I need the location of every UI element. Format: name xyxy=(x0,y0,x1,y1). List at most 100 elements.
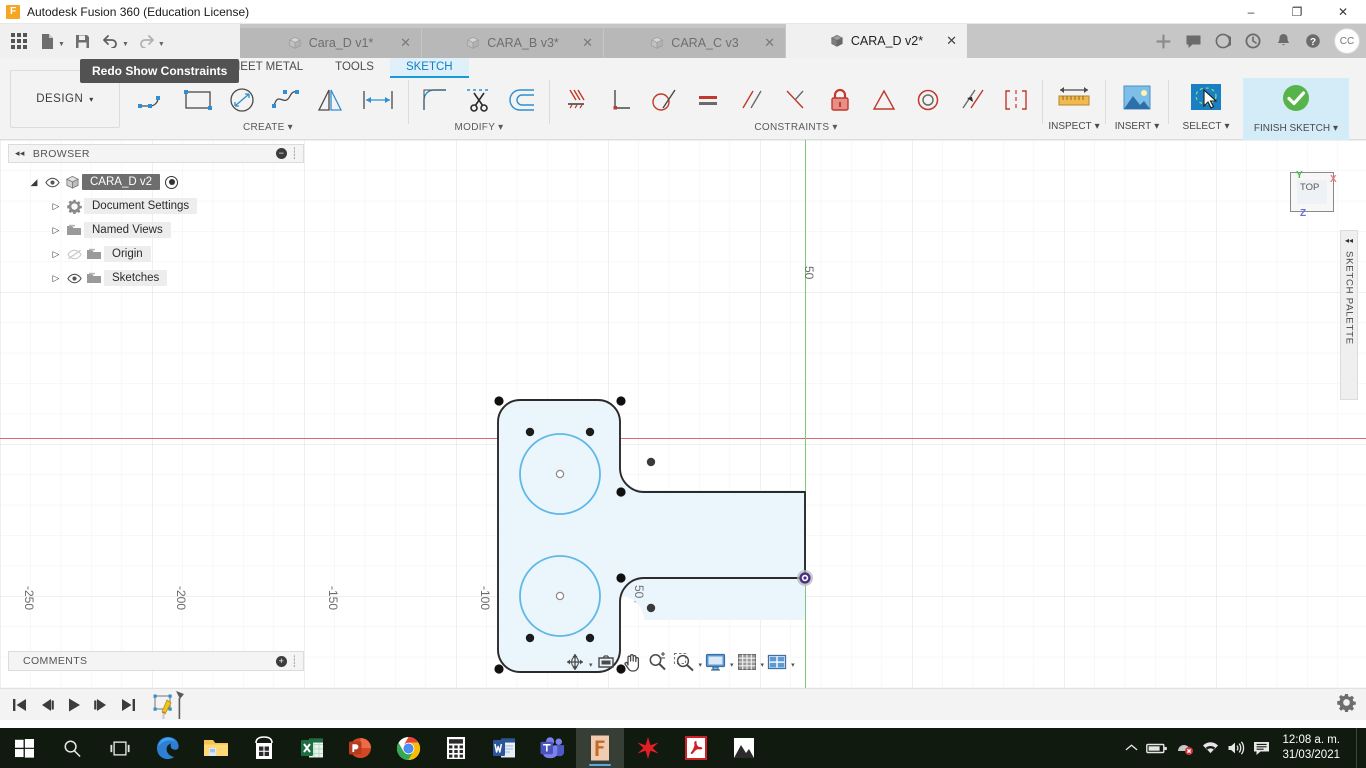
browser-grip-icon[interactable]: ┊ xyxy=(291,147,298,160)
word-button[interactable] xyxy=(480,728,528,768)
sketch-point[interactable] xyxy=(494,664,504,674)
action-center-icon[interactable] xyxy=(1253,741,1270,756)
comments-grip-icon[interactable]: ┊ xyxy=(291,655,298,668)
document-tab-3[interactable]: CARA_C v3 ✕ xyxy=(604,28,786,58)
sketch-palette-tab[interactable]: ◂◂ SKETCH PALETTE xyxy=(1340,230,1358,400)
play-icon[interactable] xyxy=(62,692,86,718)
help-icon[interactable]: ? xyxy=(1298,24,1328,58)
fit-icon[interactable] xyxy=(670,650,698,674)
sketch-point[interactable] xyxy=(494,396,504,406)
sketch-dimension-icon[interactable] xyxy=(352,79,404,121)
tree-node-origin[interactable]: ▷ Origin xyxy=(8,242,304,266)
inspect-button[interactable]: INSPECT ▾ xyxy=(1043,78,1105,140)
search-button[interactable] xyxy=(48,728,96,768)
show-hidden-icons-chevron[interactable] xyxy=(1125,743,1138,753)
redo-caret-icon[interactable]: ▼ xyxy=(158,35,165,48)
maximize-button[interactable]: ❐ xyxy=(1274,0,1320,24)
document-tab-1[interactable]: Cara_D v1* ✕ xyxy=(240,28,422,58)
midpoint-constraint-icon[interactable] xyxy=(862,79,906,121)
show-desktop-button[interactable] xyxy=(1356,728,1362,768)
select-button[interactable]: SELECT ▾ xyxy=(1169,78,1243,140)
panel-constraints-label[interactable]: CONSTRAINTS ▾ xyxy=(550,122,1042,136)
document-tab-close-icon[interactable]: ✕ xyxy=(764,35,775,51)
close-button[interactable]: ✕ xyxy=(1320,0,1366,24)
concentric-constraint-icon[interactable] xyxy=(906,79,950,121)
panel-create-label[interactable]: CREATE ▾ xyxy=(128,122,408,136)
view-cube[interactable]: TOP Y X Z xyxy=(1284,162,1340,220)
viewports-caret-icon[interactable]: ▾ xyxy=(790,656,795,669)
minimize-button[interactable]: – xyxy=(1228,0,1274,24)
battery-icon[interactable] xyxy=(1146,742,1168,755)
task-view-button[interactable] xyxy=(96,728,144,768)
circle-center-point-top[interactable] xyxy=(555,469,565,479)
sketch-point[interactable] xyxy=(616,573,626,583)
document-tab-close-icon[interactable]: ✕ xyxy=(582,35,593,51)
ribbon-tab-tools[interactable]: TOOLS xyxy=(319,58,390,78)
app-grid-icon[interactable] xyxy=(6,27,32,55)
tangent-constraint-icon[interactable] xyxy=(642,79,686,121)
tree-node-document-settings[interactable]: ▷ Document Settings xyxy=(8,194,304,218)
go-to-start-icon[interactable] xyxy=(8,692,32,718)
orbit-icon[interactable] xyxy=(562,650,588,674)
perpendicular-constraint-icon[interactable] xyxy=(598,79,642,121)
step-forward-icon[interactable] xyxy=(89,692,113,718)
lock-fix-constraint-icon[interactable] xyxy=(818,79,862,121)
step-back-icon[interactable] xyxy=(35,692,59,718)
notifications-icon[interactable] xyxy=(1268,24,1298,58)
document-tab-close-icon[interactable]: ✕ xyxy=(400,35,411,51)
explorer-button[interactable] xyxy=(192,728,240,768)
trim-icon[interactable] xyxy=(457,79,501,121)
look-at-icon[interactable] xyxy=(593,650,619,674)
wifi-icon[interactable] xyxy=(1202,741,1219,755)
expand-triangle-icon[interactable]: ▷ xyxy=(48,201,64,212)
undo-caret-icon[interactable]: ▼ xyxy=(122,35,129,48)
sketch-point[interactable] xyxy=(585,633,595,643)
document-tab-close-icon[interactable]: ✕ xyxy=(946,33,957,49)
visibility-eye-icon[interactable] xyxy=(42,177,62,188)
teams-button[interactable] xyxy=(528,728,576,768)
photos-button[interactable] xyxy=(720,728,768,768)
fillet-icon[interactable] xyxy=(413,79,457,121)
offset-icon[interactable] xyxy=(501,79,545,121)
start-button[interactable] xyxy=(0,728,48,768)
expand-triangle-icon[interactable]: ◢ xyxy=(26,177,42,188)
comments-icon[interactable] xyxy=(1178,24,1208,58)
expand-triangle-icon[interactable]: ▷ xyxy=(48,249,64,260)
browser-minimize-icon[interactable]: − xyxy=(275,148,287,159)
tree-node-root[interactable]: ◢ CARA_D v2 xyxy=(8,170,304,194)
visibility-eye-off-icon[interactable] xyxy=(64,249,84,260)
display-settings-icon[interactable] xyxy=(702,650,729,674)
viewports-icon[interactable] xyxy=(764,650,790,674)
autodesk-red-button[interactable] xyxy=(624,728,672,768)
spline-icon[interactable] xyxy=(264,79,308,121)
pan-icon[interactable] xyxy=(619,650,644,674)
save-icon[interactable] xyxy=(70,27,96,55)
edge-button[interactable] xyxy=(144,728,192,768)
browser-collapse-icon[interactable]: ◂◂ xyxy=(15,148,25,159)
comments-panel-header[interactable]: COMMENTS + ┊ xyxy=(8,651,304,671)
circle-icon[interactable] xyxy=(220,79,264,121)
job-status-icon[interactable] xyxy=(1238,24,1268,58)
powerpoint-button[interactable] xyxy=(336,728,384,768)
redo-icon[interactable] xyxy=(134,27,160,55)
sketch-palette-collapse-icon[interactable]: ◂◂ xyxy=(1345,236,1353,245)
parallel-constraint-icon[interactable] xyxy=(730,79,774,121)
fusion-button[interactable] xyxy=(576,728,624,768)
expand-triangle-icon[interactable]: ▷ xyxy=(48,273,64,284)
zoom-icon[interactable] xyxy=(644,650,670,674)
sketch-point[interactable] xyxy=(616,487,626,497)
taskbar-clock[interactable]: 12:08 a. m. 31/03/2021 xyxy=(1278,733,1348,763)
new-file-icon[interactable] xyxy=(34,27,60,55)
new-tab-button[interactable] xyxy=(1148,24,1178,58)
sketch-point[interactable] xyxy=(646,603,656,613)
sketch-profile-outline[interactable] xyxy=(497,399,806,673)
timeline-settings-gear-icon[interactable] xyxy=(1337,693,1356,717)
browser-header[interactable]: ◂◂ BROWSER − ┊ xyxy=(8,144,304,163)
mirror-icon[interactable] xyxy=(308,79,352,121)
new-file-caret-icon[interactable]: ▼ xyxy=(58,35,65,48)
circle-center-point-bottom[interactable] xyxy=(555,591,565,601)
grid-snaps-icon[interactable] xyxy=(734,650,760,674)
ribbon-tab-sketch[interactable]: SKETCH xyxy=(389,58,469,78)
sketch-point[interactable] xyxy=(646,457,656,467)
calculator-button[interactable] xyxy=(432,728,480,768)
